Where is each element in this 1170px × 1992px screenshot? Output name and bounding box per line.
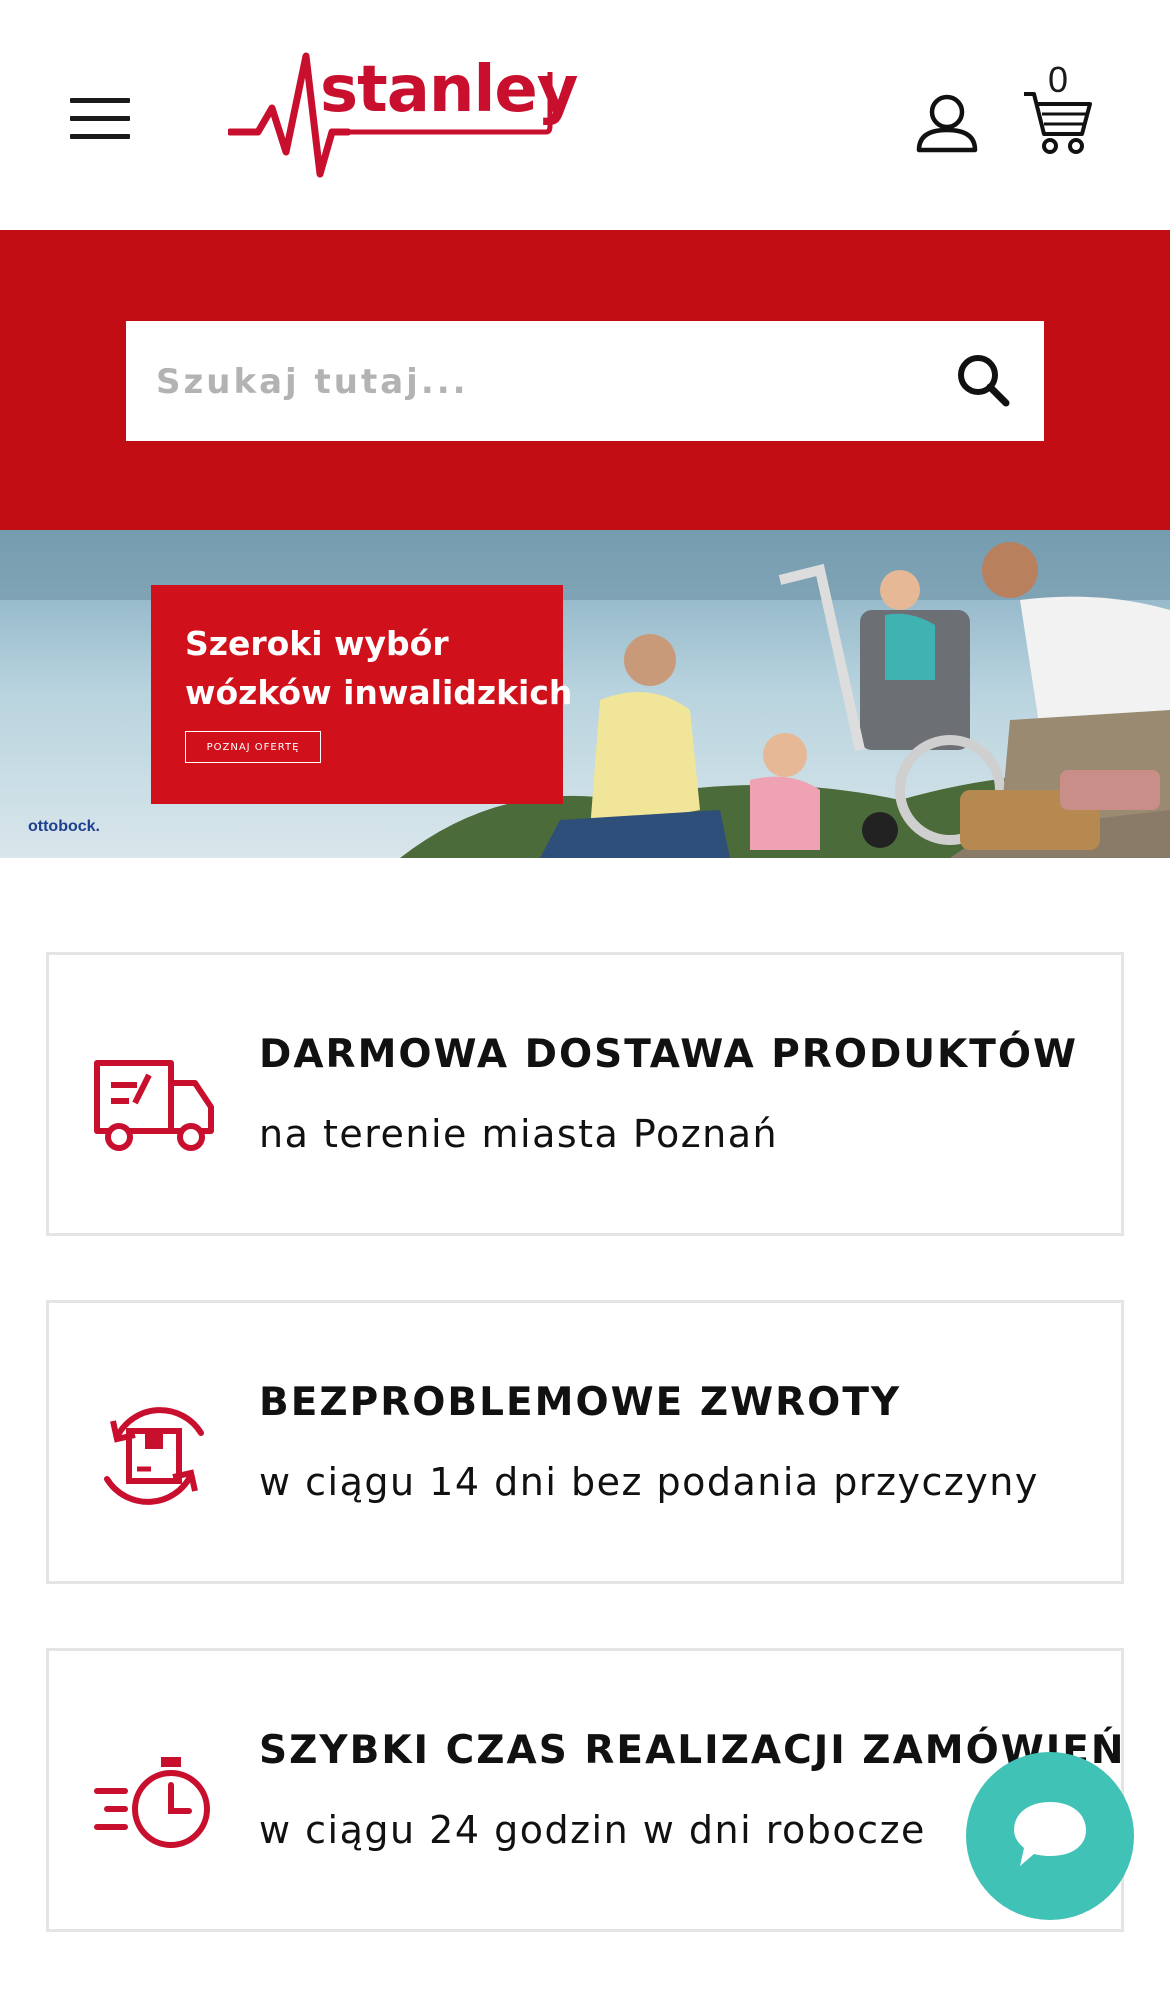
cart-button[interactable]: 0	[1022, 62, 1094, 162]
feature-subtitle: w ciągu 14 dni bez podania przyczyny	[259, 1460, 1039, 1504]
cart-icon	[1024, 92, 1092, 154]
feature-title: DARMOWA DOSTAWA PRODUKTÓW	[259, 1032, 1079, 1077]
promo-headline-line-1: Szeroki wybór	[185, 624, 449, 663]
feature-title: SZYBKI CZAS REALIZACJI ZAMÓWIEŃ	[259, 1728, 1126, 1773]
search-section	[0, 230, 1170, 530]
hamburger-menu-icon[interactable]	[64, 92, 136, 144]
ottobock-brand-logo: ottobock.	[28, 818, 100, 835]
delivery-truck-icon	[94, 1060, 214, 1151]
feature-title: BEZPROBLEMOWE ZWROTY	[259, 1380, 902, 1425]
promo-headline-line-2: wózków inwalidzkich	[185, 673, 573, 712]
feature-easy-returns: BEZPROBLEMOWE ZWROTY w ciągu 14 dni bez …	[46, 1300, 1124, 1584]
stanley-logo[interactable]: stanley	[228, 52, 578, 184]
search-icon[interactable]	[946, 343, 1022, 419]
feature-subtitle: na terenie miasta Poznań	[259, 1112, 779, 1156]
stopwatch-icon	[94, 1757, 210, 1848]
hero-banner[interactable]: Szeroki wybór wózków inwalidzkich POZNAJ…	[0, 530, 1170, 858]
site-header: stanley 0	[0, 0, 1170, 230]
feature-free-delivery: DARMOWA DOSTAWA PRODUKTÓW na terenie mia…	[46, 952, 1124, 1236]
feature-subtitle: w ciągu 24 godzin w dni robocze	[259, 1808, 926, 1852]
search-bar	[126, 321, 1044, 443]
returns-box-icon	[104, 1407, 204, 1505]
chat-button[interactable]	[966, 1752, 1134, 1920]
promo-box: Szeroki wybór wózków inwalidzkich POZNAJ…	[151, 585, 572, 804]
user-icon[interactable]	[915, 92, 979, 156]
chat-bubble-icon	[1014, 1802, 1086, 1866]
logo-text: stanley	[320, 53, 578, 127]
feature-fast-fulfillment: SZYBKI CZAS REALIZACJI ZAMÓWIEŃ w ciągu …	[46, 1648, 1124, 1932]
search-input[interactable]	[154, 321, 938, 443]
see-offer-button[interactable]: POZNAJ OFERTĘ	[185, 731, 321, 763]
